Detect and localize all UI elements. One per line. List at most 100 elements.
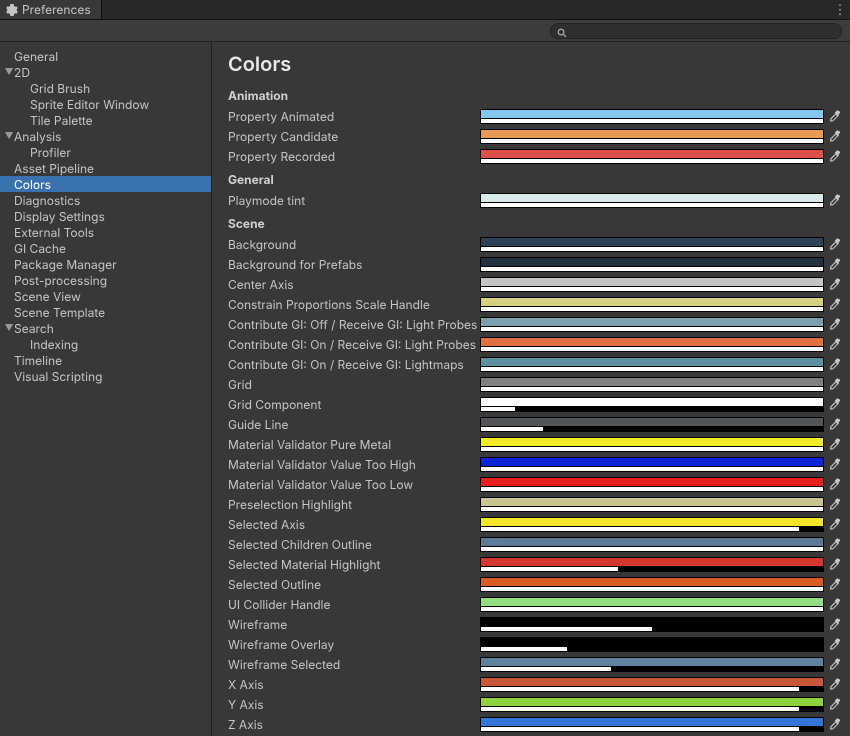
eyedropper-icon[interactable] [828, 497, 842, 511]
color-swatch[interactable] [480, 617, 824, 632]
color-swatch[interactable] [480, 317, 824, 332]
color-swatch[interactable] [480, 417, 824, 432]
sidebar-item[interactable]: Tile Palette [0, 112, 211, 128]
color-fill [481, 130, 823, 138]
sidebar-item[interactable]: Profiler [0, 144, 211, 160]
color-swatch[interactable] [480, 193, 824, 208]
swatch-wrap [480, 717, 842, 732]
eyedropper-icon[interactable] [828, 257, 842, 271]
sidebar-item[interactable]: Package Manager [0, 256, 211, 272]
color-swatch[interactable] [480, 477, 824, 492]
eyedropper-icon[interactable] [828, 129, 842, 143]
sidebar-item[interactable]: Asset Pipeline [0, 160, 211, 176]
sidebar-item[interactable]: External Tools [0, 224, 211, 240]
sidebar-item[interactable]: Display Settings [0, 208, 211, 224]
sidebar-item[interactable]: Scene Template [0, 304, 211, 320]
color-row: Background [228, 234, 842, 254]
color-swatch[interactable] [480, 677, 824, 692]
color-swatch[interactable] [480, 457, 824, 472]
color-swatch[interactable] [480, 297, 824, 312]
eyedropper-icon[interactable] [828, 697, 842, 711]
eyedropper-icon[interactable] [828, 317, 842, 331]
eyedropper-icon[interactable] [828, 237, 842, 251]
window-tab[interactable]: Preferences [0, 0, 102, 19]
color-row: Constrain Proportions Scale Handle [228, 294, 842, 314]
color-swatch[interactable] [480, 717, 824, 732]
color-swatch[interactable] [480, 437, 824, 452]
eyedropper-icon[interactable] [828, 437, 842, 451]
eyedropper-icon[interactable] [828, 417, 842, 431]
sidebar-item[interactable]: Scene View [0, 288, 211, 304]
eyedropper-icon[interactable] [828, 677, 842, 691]
color-swatch[interactable] [480, 497, 824, 512]
chevron-down-icon[interactable]: ▼ [4, 67, 14, 78]
color-swatch[interactable] [480, 557, 824, 572]
color-swatch[interactable] [480, 129, 824, 144]
color-swatch[interactable] [480, 257, 824, 272]
chevron-down-icon[interactable]: ▼ [4, 131, 14, 142]
eyedropper-icon[interactable] [828, 557, 842, 571]
color-swatch[interactable] [480, 517, 824, 532]
color-swatch[interactable] [480, 109, 824, 124]
sidebar-item[interactable]: Indexing [0, 336, 211, 352]
color-swatch[interactable] [480, 337, 824, 352]
eyedropper-icon[interactable] [828, 477, 842, 491]
color-swatch[interactable] [480, 377, 824, 392]
sidebar-item-label: Diagnostics [14, 193, 80, 208]
color-swatch[interactable] [480, 637, 824, 652]
titlebar-spacer [102, 0, 830, 19]
color-swatch[interactable] [480, 697, 824, 712]
eyedropper-icon[interactable] [828, 577, 842, 591]
sidebar-item[interactable]: Grid Brush [0, 80, 211, 96]
sidebar-item[interactable]: Sprite Editor Window [0, 96, 211, 112]
eyedropper-icon[interactable] [828, 149, 842, 163]
color-swatch[interactable] [480, 277, 824, 292]
search-field[interactable] [550, 23, 842, 39]
eyedropper-icon[interactable] [828, 397, 842, 411]
eyedropper-icon[interactable] [828, 637, 842, 651]
swatch-wrap [480, 357, 842, 372]
eyedropper-icon[interactable] [828, 457, 842, 471]
eyedropper-icon[interactable] [828, 617, 842, 631]
eyedropper-icon[interactable] [828, 277, 842, 291]
sidebar-item[interactable]: Diagnostics [0, 192, 211, 208]
search-input[interactable] [567, 25, 835, 37]
window-menu-button[interactable]: ⋮ [830, 0, 850, 19]
sidebar-item[interactable]: ▼Search [0, 320, 211, 336]
color-swatch[interactable] [480, 149, 824, 164]
eyedropper-icon[interactable] [828, 377, 842, 391]
chevron-down-icon[interactable]: ▼ [4, 323, 14, 334]
sidebar-item[interactable]: General [0, 48, 211, 64]
eyedropper-icon[interactable] [828, 537, 842, 551]
color-swatch[interactable] [480, 357, 824, 372]
color-fill [481, 358, 823, 366]
color-row: Wireframe Overlay [228, 634, 842, 654]
color-swatch[interactable] [480, 657, 824, 672]
sidebar-item[interactable]: ▼Analysis [0, 128, 211, 144]
alpha-bar [481, 387, 823, 391]
sidebar-item[interactable]: ▼2D [0, 64, 211, 80]
sidebar-item-label: Profiler [30, 145, 71, 160]
eyedropper-icon[interactable] [828, 337, 842, 351]
color-swatch[interactable] [480, 577, 824, 592]
eyedropper-icon[interactable] [828, 193, 842, 207]
color-swatch[interactable] [480, 237, 824, 252]
color-swatch[interactable] [480, 597, 824, 612]
eyedropper-icon[interactable] [828, 597, 842, 611]
sidebar-item[interactable]: Timeline [0, 352, 211, 368]
color-swatch[interactable] [480, 537, 824, 552]
alpha-bar [481, 687, 799, 691]
sidebar-item[interactable]: GI Cache [0, 240, 211, 256]
sidebar-item-label: Indexing [30, 337, 78, 352]
color-swatch[interactable] [480, 397, 824, 412]
sidebar-item[interactable]: Colors [0, 176, 211, 192]
eyedropper-icon[interactable] [828, 357, 842, 371]
eyedropper-icon[interactable] [828, 717, 842, 731]
sidebar-item[interactable]: Post-processing [0, 272, 211, 288]
eyedropper-icon[interactable] [828, 109, 842, 123]
alpha-bar [481, 587, 823, 591]
eyedropper-icon[interactable] [828, 657, 842, 671]
sidebar-item[interactable]: Visual Scripting [0, 368, 211, 384]
eyedropper-icon[interactable] [828, 517, 842, 531]
eyedropper-icon[interactable] [828, 297, 842, 311]
